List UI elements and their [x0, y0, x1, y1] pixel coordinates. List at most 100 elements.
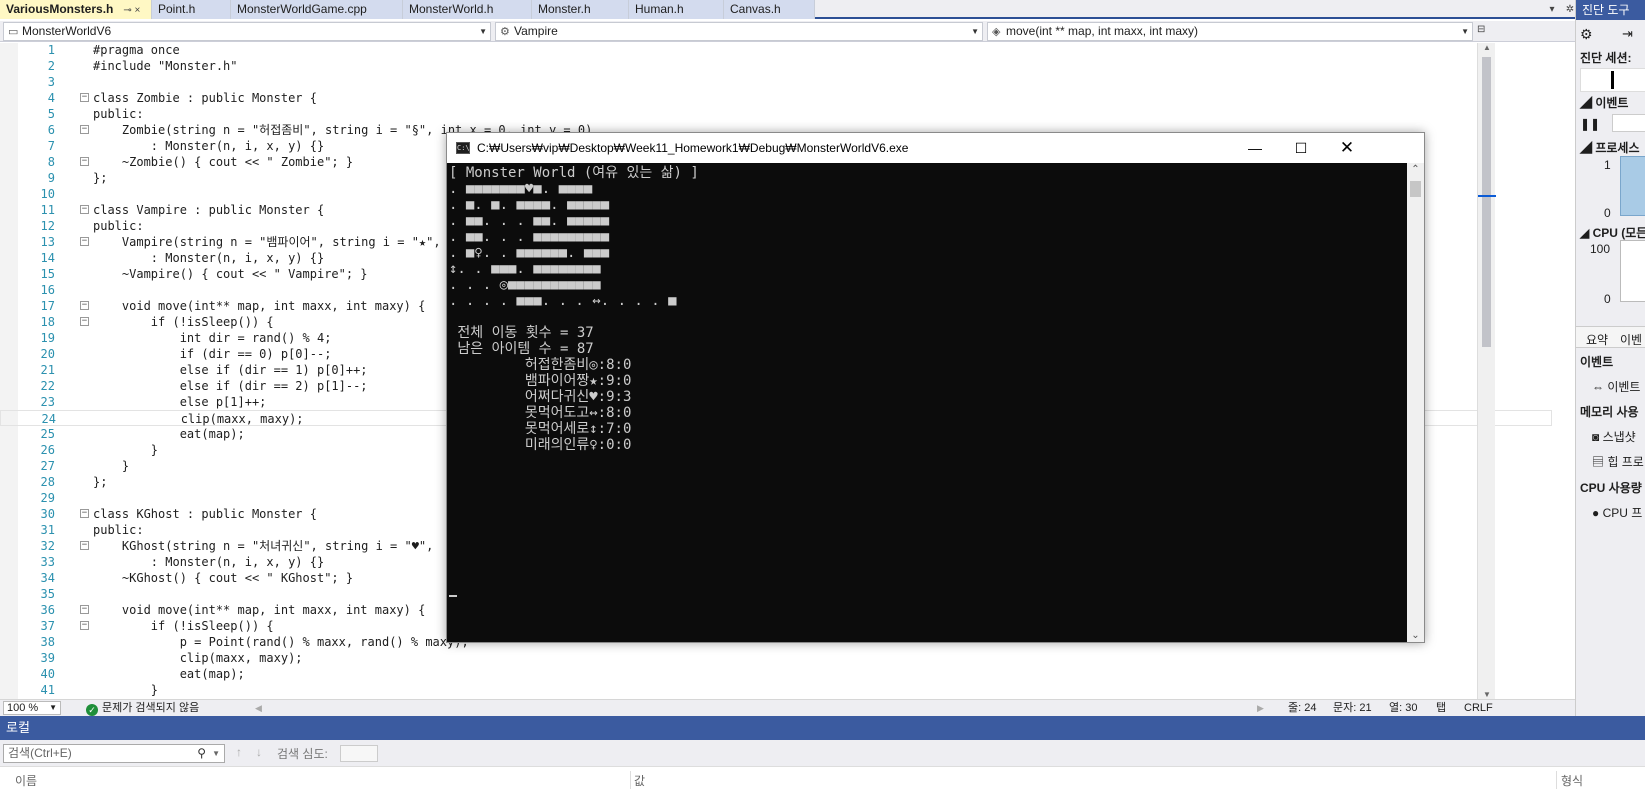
search-down-icon[interactable]: ↓	[256, 745, 262, 759]
scrollbar-thumb[interactable]	[1482, 57, 1491, 347]
tab-summary[interactable]: 요약	[1586, 331, 1608, 348]
collapse-icon[interactable]: −	[80, 509, 89, 518]
tab-list-dropdown-icon[interactable]: ▾	[1543, 4, 1561, 15]
events-section[interactable]: ◢ 이벤트	[1580, 94, 1628, 111]
tab-3[interactable]: MonsterWorld.h	[403, 0, 532, 19]
minimize-button[interactable]: —	[1232, 133, 1278, 163]
tab-0[interactable]: VariousMonsters.h ⊸ ×	[0, 0, 152, 19]
scroll-down-icon[interactable]: ▼	[1478, 690, 1496, 699]
tab-indicator[interactable]: 탭	[1436, 700, 1446, 716]
line-number: 32	[40, 539, 55, 553]
tab-5[interactable]: Human.h	[629, 0, 724, 19]
timeline-cursor	[1611, 71, 1614, 89]
pause-icon[interactable]: ❚❚	[1580, 117, 1600, 131]
line-number: 34	[40, 571, 55, 585]
close-button[interactable]: ✕	[1324, 133, 1370, 163]
locals-search-input[interactable]: 검색(Ctrl+E) ⚲ ▼	[3, 744, 225, 763]
console-app-icon[interactable]: C:\	[456, 142, 470, 154]
process-memory-section[interactable]: ◢ 프로세스	[1580, 139, 1640, 156]
code-text: };	[93, 475, 108, 489]
collapse-icon[interactable]: −	[80, 317, 89, 326]
column-divider[interactable]	[630, 771, 631, 789]
collapse-icon[interactable]: −	[80, 301, 89, 310]
issues-indicator[interactable]: ✓ 문제가 검색되지 않음	[86, 700, 199, 716]
heap-profile-item[interactable]: ▤ 힙 프로	[1592, 453, 1644, 470]
console-scrollbar[interactable]: ⌃ ⌄	[1407, 163, 1424, 642]
code-line[interactable]: 39 clip(maxx, maxy);	[0, 650, 1552, 666]
column-name-header[interactable]: 이름	[15, 772, 37, 789]
tab-2[interactable]: MonsterWorldGame.cpp	[231, 0, 403, 19]
cpu-label: CPU (모든	[1592, 226, 1645, 240]
code-line[interactable]: 1 #pragma once	[0, 43, 1552, 58]
scroll-up-icon[interactable]: ▲	[1478, 43, 1496, 52]
code-line[interactable]: 5 public:	[0, 106, 1552, 122]
console-line: 허접한좀비◎:8:0	[449, 357, 632, 373]
collapse-icon[interactable]: −	[80, 93, 89, 102]
collapse-icon[interactable]: −	[80, 125, 89, 134]
console-window[interactable]: C:\ C:₩Users₩vip₩Desktop₩Week11_Homework…	[446, 132, 1425, 643]
tab-1[interactable]: Point.h	[152, 0, 231, 19]
scroll-left-icon[interactable]: ◀	[255, 700, 262, 716]
console-line: ↕. . ■■■. ■■■■■■■■	[449, 261, 601, 277]
scroll-up-icon[interactable]: ⌃	[1407, 164, 1424, 175]
tab-6[interactable]: Canvas.h	[724, 0, 815, 19]
line-ending-indicator[interactable]: CRLF	[1464, 700, 1493, 716]
maximize-button[interactable]: ☐	[1278, 133, 1324, 163]
editor-vertical-scrollbar[interactable]: ▲ ▼	[1477, 43, 1496, 699]
column-type-header[interactable]: 형식	[1561, 772, 1583, 789]
line-number: 41	[40, 683, 55, 697]
code-text: : Monster(n, i, x, y) {}	[93, 555, 325, 569]
line-number: 36	[40, 603, 55, 617]
code-line[interactable]: 4 − class Zombie : public Monster {	[0, 90, 1552, 106]
tab-events[interactable]: 이벤	[1620, 331, 1642, 348]
search-icon[interactable]: ⚲	[197, 745, 206, 762]
split-window-icon[interactable]: ⊟	[1477, 24, 1493, 38]
collapse-icon[interactable]: −	[80, 205, 89, 214]
member-dropdown[interactable]: ◈ move(int ** map, int maxx, int maxy) ▼	[987, 22, 1473, 41]
line-number: 15	[40, 267, 55, 281]
project-dropdown[interactable]: ▭ MonsterWorldV6 ▼	[3, 22, 491, 41]
collapse-icon[interactable]: −	[80, 157, 89, 166]
chevron-down-icon[interactable]: ▼	[212, 745, 220, 762]
collapse-icon[interactable]: −	[80, 605, 89, 614]
column-value-header[interactable]: 값	[634, 772, 645, 789]
console-output[interactable]: [ Monster World (여유 있는 삶) ]. ■■■■■■■♥■. …	[447, 163, 1407, 642]
line-number: 12	[40, 219, 55, 233]
code-text: }	[93, 683, 159, 697]
console-title-bar[interactable]: C:\ C:₩Users₩vip₩Desktop₩Week11_Homework…	[447, 133, 1424, 163]
search-depth-dropdown[interactable]	[340, 745, 378, 762]
code-text: KGhost(string n = "처녀귀신", string i = "♥"…	[93, 539, 434, 553]
export-icon[interactable]: ⇥	[1622, 26, 1633, 42]
zoom-dropdown[interactable]: 100 % ▼	[3, 701, 61, 715]
console-scroll-thumb[interactable]	[1410, 181, 1421, 197]
cpu-section[interactable]: ◢ CPU (모든	[1580, 224, 1645, 241]
code-line[interactable]: 41 }	[0, 682, 1552, 698]
pin-close-icon[interactable]: ⊸ ×	[123, 5, 140, 16]
session-timeline[interactable]	[1580, 68, 1645, 92]
snapshot-item[interactable]: ◙ 스냅샷	[1592, 428, 1636, 445]
cpu-item-label: CPU 프	[1602, 506, 1643, 520]
collapse-icon[interactable]: −	[80, 237, 89, 246]
events-item[interactable]: ⇔ 이벤트	[1592, 378, 1640, 395]
code-line[interactable]: 40 eat(map);	[0, 666, 1552, 682]
code-line[interactable]: 3	[0, 74, 1552, 90]
column-divider[interactable]	[1556, 771, 1557, 789]
scroll-down-icon[interactable]: ⌄	[1407, 630, 1424, 641]
tab-4[interactable]: Monster.h	[532, 0, 629, 19]
search-up-icon[interactable]: ↑	[236, 745, 242, 759]
console-line: . . . . ■■■. . . ↔. . . . ■	[449, 293, 677, 309]
code-text: else if (dir == 1) p[0]++;	[93, 363, 368, 377]
scope-dropdown[interactable]: ⚙ Vampire ▼	[495, 22, 983, 41]
line-number: 4	[47, 91, 55, 105]
cpu-profile-item[interactable]: ● CPU 프	[1592, 504, 1642, 521]
gear-icon[interactable]: ⚙	[1580, 26, 1593, 43]
console-title: C:₩Users₩vip₩Desktop₩Week11_Homework1₩De…	[477, 141, 909, 155]
code-line[interactable]: 2 #include "Monster.h"	[0, 58, 1552, 74]
scroll-right-icon[interactable]: ▶	[1257, 700, 1264, 716]
code-text: };	[93, 171, 108, 185]
line-number: 23	[40, 395, 55, 409]
code-text: class Zombie : public Monster {	[93, 91, 317, 105]
scope-dropdown-value: Vampire	[514, 24, 558, 38]
collapse-icon[interactable]: −	[80, 621, 89, 630]
collapse-icon[interactable]: −	[80, 541, 89, 550]
